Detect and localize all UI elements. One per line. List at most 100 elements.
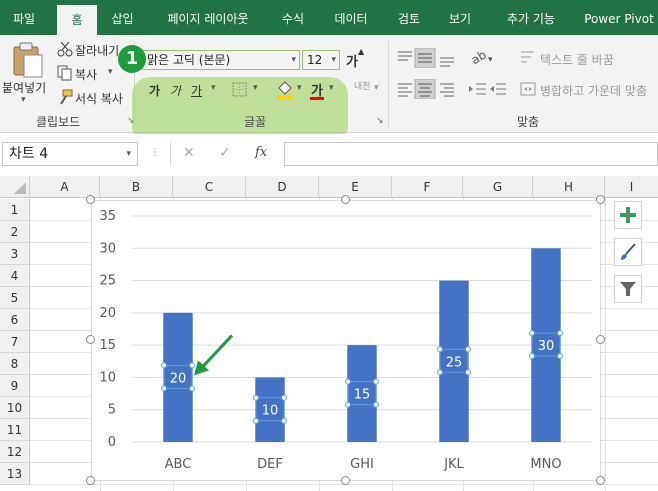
tab-formulas[interactable]: 수식	[271, 0, 315, 35]
chart-area[interactable]: 0 5 10 15 20 25 30 35 ABC 20 DEF 10 GHI 15 JKL 25 MNO 30	[91, 200, 601, 481]
select-all-corner[interactable]	[0, 176, 30, 198]
column-header-f[interactable]: F	[392, 176, 463, 198]
column-header-h[interactable]: H	[533, 176, 605, 198]
format-painter-button[interactable]: 서식 복사	[75, 90, 123, 107]
column-header-e[interactable]: E	[319, 176, 392, 198]
data-label-handle[interactable]	[557, 330, 563, 337]
data-label[interactable]: 15	[354, 388, 371, 403]
data-label[interactable]: 25	[446, 355, 463, 370]
chart-filters-button[interactable]	[614, 275, 642, 303]
tab-add-ins[interactable]: 추가 기능	[489, 0, 573, 35]
tab-home[interactable]: 홈	[57, 5, 97, 35]
row-header[interactable]: 5	[0, 287, 30, 309]
resize-handle[interactable]	[86, 335, 95, 344]
data-label-handle[interactable]	[253, 417, 259, 424]
orientation-icon[interactable]: ab ▾	[470, 47, 496, 67]
data-label-handle[interactable]	[253, 394, 259, 401]
resize-handle[interactable]	[596, 476, 605, 485]
font-name-combobox[interactable]: 맑은 고딕 (본문) ▾	[142, 50, 300, 70]
resize-handle[interactable]	[86, 195, 95, 204]
data-label-handle[interactable]	[465, 369, 471, 376]
data-label-handle[interactable]	[465, 346, 471, 353]
row-header[interactable]: 12	[0, 441, 30, 463]
data-label-handle[interactable]	[345, 401, 351, 408]
column-header-d[interactable]: D	[246, 176, 319, 198]
row-header[interactable]: 2	[0, 221, 30, 243]
tab-power-pivot[interactable]: Power Pivot	[580, 0, 658, 35]
row-header[interactable]: 8	[0, 353, 30, 375]
border-icon[interactable]	[232, 82, 248, 98]
more-options-icon[interactable]: ⋮	[150, 147, 160, 158]
cancel-button[interactable]: ✕	[183, 145, 195, 161]
tab-review[interactable]: 검토	[387, 0, 431, 35]
chart-elements-button[interactable]	[614, 201, 642, 229]
data-label-handle[interactable]	[281, 417, 287, 424]
enter-button[interactable]: ✓	[219, 145, 231, 161]
font-color-dropdown-icon[interactable]: ▾	[329, 83, 334, 93]
data-label-handle[interactable]	[161, 362, 167, 369]
underline-dropdown-icon[interactable]: ▾	[211, 83, 216, 93]
fill-color-icon[interactable]	[275, 79, 295, 99]
phonetic-button[interactable]: 내천	[354, 79, 371, 92]
insert-function-button[interactable]: fx	[255, 145, 267, 160]
grow-font-button[interactable]: 가	[346, 51, 358, 70]
chevron-down-icon[interactable]: ▾	[126, 143, 131, 165]
data-label-handle[interactable]	[345, 378, 351, 385]
font-size-combobox[interactable]: 12 ▾	[302, 50, 340, 70]
font-launcher-icon[interactable]: ↘	[376, 116, 384, 126]
chart-styles-button[interactable]	[614, 238, 642, 266]
data-label-handle[interactable]	[529, 330, 535, 337]
italic-button[interactable]: 가	[170, 82, 181, 99]
phonetic-dropdown-icon[interactable]: ▾	[374, 83, 379, 93]
resize-handle[interactable]	[341, 195, 350, 204]
data-label-handle[interactable]	[189, 385, 195, 392]
tab-file[interactable]: 파일	[0, 0, 48, 35]
data-label[interactable]: 20	[170, 371, 187, 386]
data-label-handle[interactable]	[373, 378, 379, 385]
data-label[interactable]: 30	[538, 339, 555, 354]
tab-page-layout[interactable]: 페이지 레이아웃	[152, 0, 264, 35]
column-header-i[interactable]: I	[605, 176, 658, 198]
underline-button[interactable]: 가	[191, 82, 202, 99]
data-label-handle[interactable]	[437, 346, 443, 353]
paste-icon[interactable]	[10, 41, 44, 79]
resize-handle[interactable]	[596, 335, 605, 344]
border-dropdown-icon[interactable]: ▾	[253, 83, 258, 93]
copy-button[interactable]: 복사	[75, 66, 97, 83]
row-header[interactable]: 10	[0, 397, 30, 419]
tab-insert[interactable]: 삽입	[100, 0, 145, 35]
row-header[interactable]: 11	[0, 419, 30, 441]
resize-handle[interactable]	[86, 476, 95, 485]
paste-dropdown-icon[interactable]: ▾	[21, 95, 26, 105]
row-header[interactable]: 3	[0, 243, 30, 265]
data-label-handle[interactable]	[529, 353, 535, 360]
merge-center-button[interactable]: 병합하고 가운데 맞춤	[540, 82, 647, 99]
row-header[interactable]: 1	[0, 199, 30, 221]
row-header[interactable]: 13	[0, 463, 30, 485]
row-header[interactable]: 9	[0, 375, 30, 397]
tab-data[interactable]: 데이터	[322, 0, 380, 35]
row-header[interactable]: 6	[0, 309, 30, 331]
paste-button[interactable]: 붙여넣기	[2, 79, 46, 96]
formula-input[interactable]	[284, 142, 658, 166]
data-label-handle[interactable]	[557, 353, 563, 360]
column-header-c[interactable]: C	[173, 176, 246, 198]
data-label[interactable]: 10	[262, 404, 279, 419]
column-header-g[interactable]: G	[463, 176, 533, 198]
tab-view[interactable]: 보기	[438, 0, 482, 35]
name-box[interactable]: 차트 4 ▾	[2, 142, 138, 166]
data-label-handle[interactable]	[437, 369, 443, 376]
column-header-b[interactable]: B	[100, 176, 173, 198]
copy-dropdown-icon[interactable]: ▾	[108, 67, 113, 77]
data-label-handle[interactable]	[281, 394, 287, 401]
resize-handle[interactable]	[596, 195, 605, 204]
row-header[interactable]: 7	[0, 331, 30, 353]
data-label-handle[interactable]	[189, 362, 195, 369]
data-label-handle[interactable]	[161, 385, 167, 392]
resize-handle[interactable]	[341, 476, 350, 485]
data-label-handle[interactable]	[373, 401, 379, 408]
wrap-text-button[interactable]: 텍스트 줄 바꿈	[540, 51, 614, 68]
bold-button[interactable]: 가	[149, 82, 160, 99]
row-header[interactable]: 4	[0, 265, 30, 287]
cut-button[interactable]: 잘라내기	[75, 42, 119, 59]
